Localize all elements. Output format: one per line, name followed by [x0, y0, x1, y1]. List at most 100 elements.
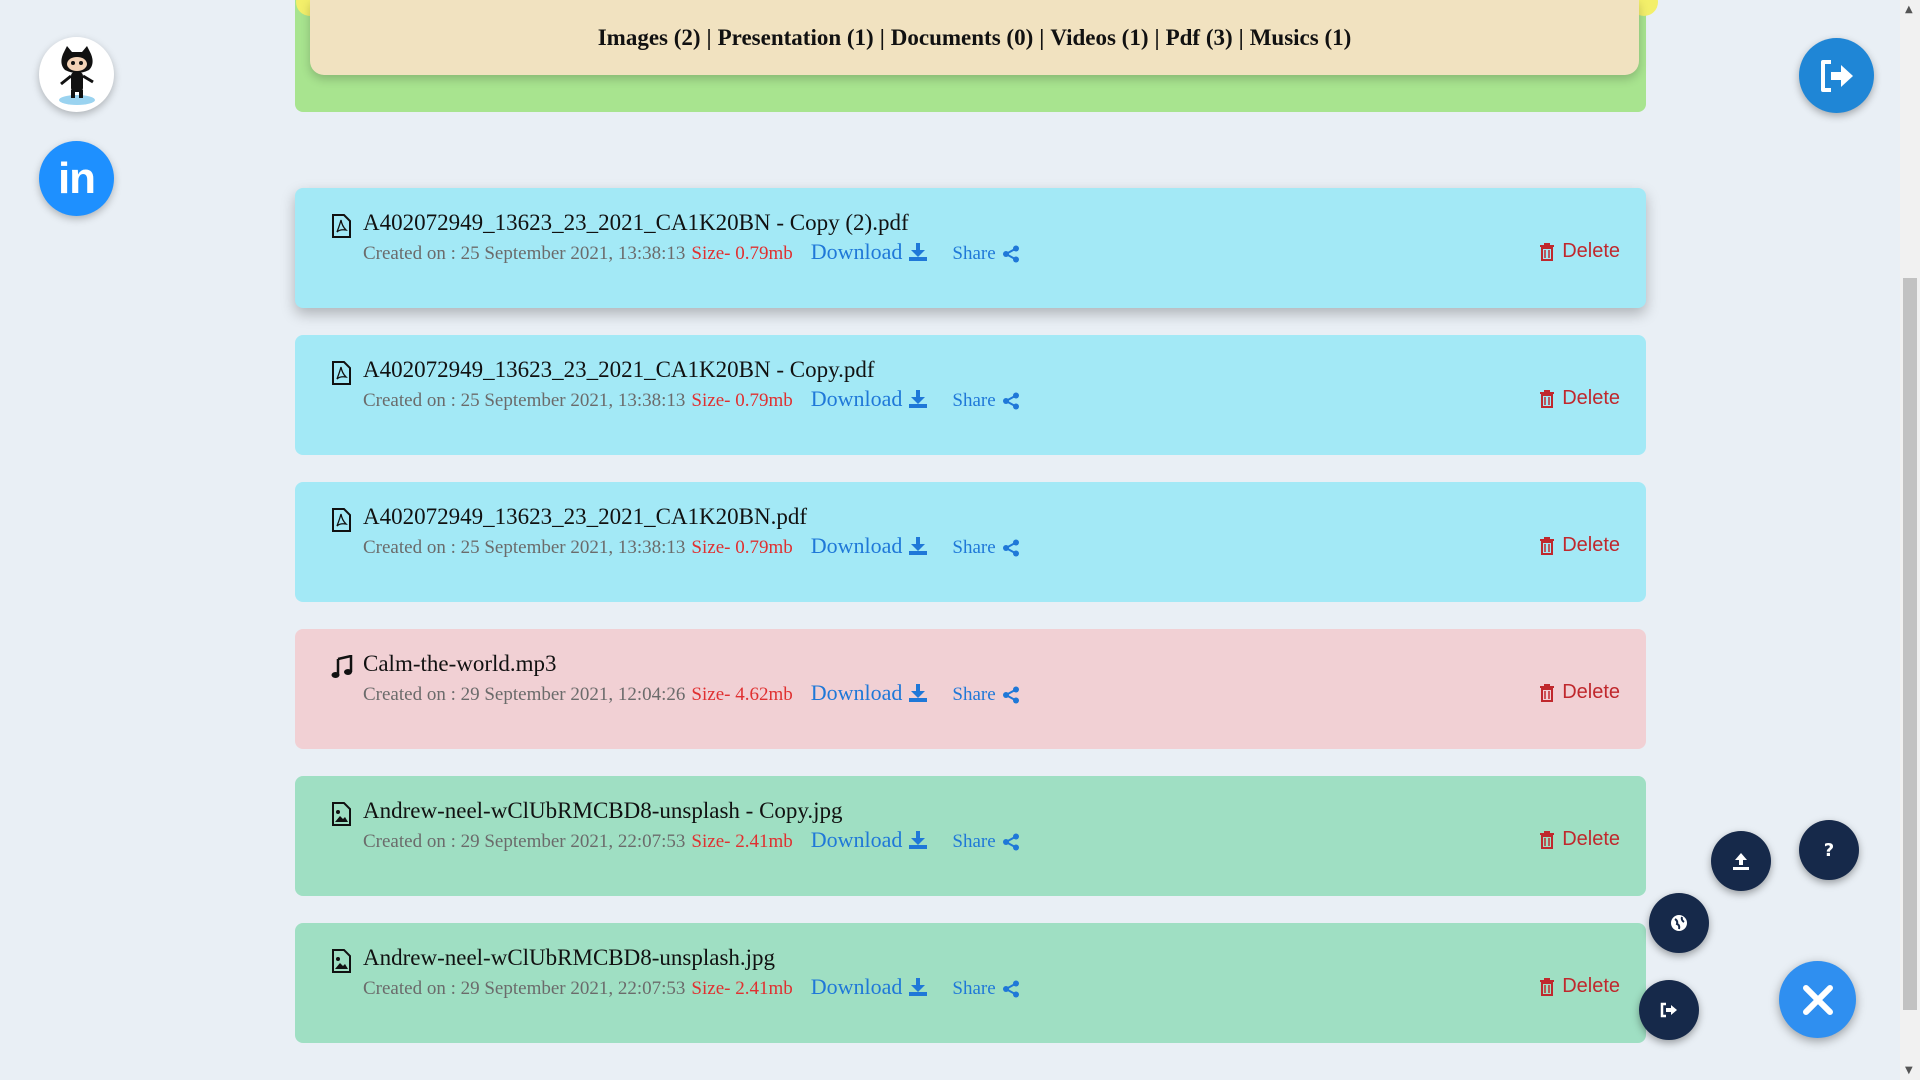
category-pdf[interactable]: Pdf (3)	[1166, 25, 1233, 51]
file-meta: Created on : 25 September 2021, 13:38:13…	[363, 239, 1020, 265]
category-presentation[interactable]: Presentation (1)	[718, 25, 874, 51]
share-link[interactable]: Share	[952, 243, 1019, 265]
category-separator: |	[706, 24, 712, 50]
share-link[interactable]: Share	[952, 684, 1019, 706]
delete-button[interactable]: Delete	[1540, 387, 1620, 410]
delete-label: Delete	[1562, 240, 1620, 262]
category-separator: |	[1154, 24, 1160, 50]
share-link[interactable]: Share	[952, 537, 1019, 559]
created-date: Created on : 25 September 2021, 13:38:13	[363, 390, 686, 411]
trash-icon	[1540, 683, 1555, 702]
share-label: Share	[952, 537, 996, 558]
file-name: A402072949_13623_23_2021_CA1K20BN - Copy…	[363, 210, 909, 235]
share-icon	[1002, 686, 1019, 704]
close-menu-button[interactable]	[1779, 961, 1856, 1038]
trash-icon	[1540, 830, 1555, 849]
file-name: A402072949_13623_23_2021_CA1K20BN - Copy…	[363, 357, 875, 382]
file-name: Calm-the-world.mp3	[363, 651, 557, 676]
share-link[interactable]: Share	[952, 831, 1019, 853]
help-icon: ?	[1823, 839, 1835, 861]
share-label: Share	[952, 684, 996, 705]
globe-button[interactable]	[1649, 893, 1709, 953]
download-link[interactable]: Download	[811, 533, 929, 559]
created-date: Created on : 25 September 2021, 13:38:13	[363, 537, 686, 558]
download-link[interactable]: Download	[811, 827, 929, 853]
delete-label: Delete	[1562, 828, 1620, 850]
file-size: Size- 0.79mb	[691, 537, 793, 558]
file-card: Andrew-neel-wClUbRMCBD8-unsplash - Copy.…	[295, 776, 1646, 896]
download-icon	[909, 243, 928, 261]
linkedin-icon: in	[57, 153, 96, 203]
help-button[interactable]: ?	[1799, 820, 1859, 880]
file-size: Size- 0.79mb	[691, 390, 793, 411]
delete-button[interactable]: Delete	[1540, 534, 1620, 557]
github-button[interactable]	[39, 37, 114, 112]
download-icon	[909, 537, 928, 555]
globe-icon	[1671, 915, 1687, 931]
share-icon	[1002, 539, 1019, 557]
close-icon	[1802, 984, 1833, 1015]
download-label: Download	[810, 827, 903, 852]
file-card: Andrew-neel-wClUbRMCBD8-unsplash.jpg Crea…	[295, 923, 1646, 1043]
share-label: Share	[952, 390, 996, 411]
share-label: Share	[952, 831, 996, 852]
scroll-up-arrow-icon[interactable]: ▲	[1905, 4, 1913, 15]
download-link[interactable]: Download	[811, 239, 929, 265]
scrollbar-thumb[interactable]	[1903, 278, 1917, 1010]
upload-button[interactable]	[1711, 831, 1771, 891]
download-label: Download	[810, 680, 903, 705]
delete-button[interactable]: Delete	[1540, 240, 1620, 263]
download-label: Download	[810, 974, 903, 999]
category-images[interactable]: Images (2)	[598, 25, 701, 51]
share-icon	[1002, 980, 1019, 998]
download-icon	[909, 978, 928, 996]
logout-icon	[1820, 59, 1853, 92]
download-label: Download	[810, 533, 903, 558]
scroll-down-arrow-icon[interactable]: ▼	[1905, 1065, 1913, 1076]
image-file-icon	[331, 949, 351, 973]
delete-button[interactable]: Delete	[1540, 975, 1620, 998]
category-documents[interactable]: Documents (0)	[891, 25, 1033, 51]
category-separator: |	[1238, 24, 1244, 50]
file-size: Size- 2.41mb	[691, 831, 793, 852]
download-link[interactable]: Download	[811, 974, 929, 1000]
share-icon	[1002, 392, 1019, 410]
delete-button[interactable]: Delete	[1540, 681, 1620, 704]
share-link[interactable]: Share	[952, 390, 1019, 412]
trash-icon	[1540, 242, 1555, 261]
file-meta: Created on : 29 September 2021, 22:07:53…	[363, 827, 1020, 853]
scrollbar[interactable]: ▲ ▼	[1900, 0, 1920, 1080]
delete-label: Delete	[1562, 681, 1620, 703]
file-card: Calm-the-world.mp3 Created on : 29 Septem…	[295, 629, 1646, 749]
file-meta: Created on : 25 September 2021, 13:38:13…	[363, 386, 1020, 412]
delete-label: Delete	[1562, 534, 1620, 556]
delete-label: Delete	[1562, 975, 1620, 997]
delete-button[interactable]: Delete	[1540, 828, 1620, 851]
download-icon	[909, 831, 928, 849]
logout-button[interactable]	[1799, 38, 1874, 113]
delete-label: Delete	[1562, 387, 1620, 409]
file-meta: Created on : 29 September 2021, 22:07:53…	[363, 974, 1020, 1000]
created-date: Created on : 29 September 2021, 22:07:53	[363, 831, 686, 852]
category-videos[interactable]: Videos (1)	[1050, 25, 1148, 51]
share-link[interactable]: Share	[952, 978, 1019, 1000]
file-name: Andrew-neel-wClUbRMCBD8-unsplash - Copy.…	[363, 798, 843, 823]
file-meta: Created on : 29 September 2021, 12:04:26…	[363, 680, 1020, 706]
download-link[interactable]: Download	[811, 386, 929, 412]
download-icon	[909, 684, 928, 702]
download-label: Download	[810, 386, 903, 411]
github-octocat-icon	[58, 45, 95, 105]
category-musics[interactable]: Musics (1)	[1250, 25, 1352, 51]
signout-button[interactable]	[1639, 980, 1699, 1040]
pdf-file-icon	[331, 508, 351, 532]
file-card: A402072949_13623_23_2021_CA1K20BN - Copy…	[295, 188, 1646, 308]
music-note-icon	[331, 654, 353, 679]
download-link[interactable]: Download	[811, 680, 929, 706]
linkedin-button[interactable]: in	[39, 141, 114, 216]
share-icon	[1002, 833, 1019, 851]
category-separator: |	[1039, 24, 1045, 50]
created-date: Created on : 29 September 2021, 22:07:53	[363, 978, 686, 999]
file-card: A402072949_13623_23_2021_CA1K20BN.pdf Cre…	[295, 482, 1646, 602]
download-icon	[909, 390, 928, 408]
file-name: Andrew-neel-wClUbRMCBD8-unsplash.jpg	[363, 945, 776, 970]
